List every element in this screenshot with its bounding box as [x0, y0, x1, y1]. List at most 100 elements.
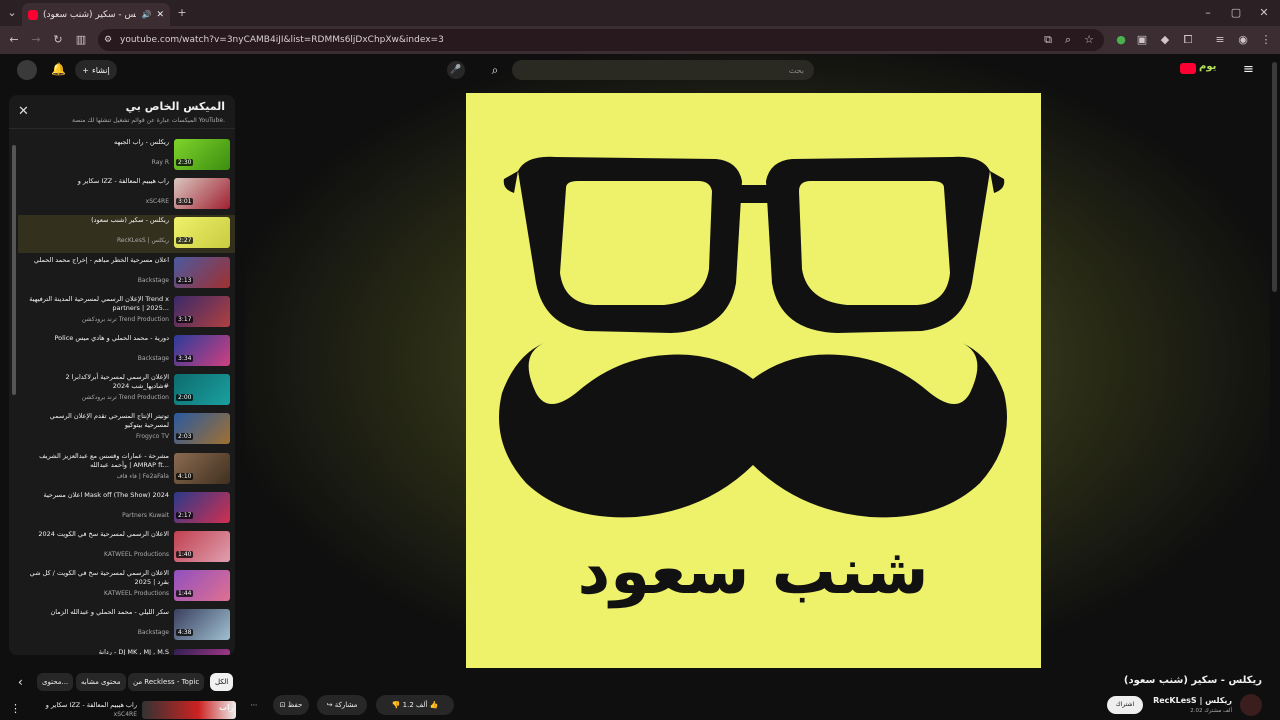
zoom-icon[interactable]: ⌕	[1060, 32, 1076, 48]
mini-up-next[interactable]: ⋮ سكاير و IZZ - راب هيبيم المعالفة xSC4R…	[0, 699, 245, 720]
browser-menu-icon[interactable]: ⋮	[1258, 32, 1274, 48]
playlist-item[interactable]: 4:10 مشرحة - عمارات وقسس مع عبدالعزيز الش…	[18, 451, 235, 489]
tab-close-icon[interactable]: ✕	[156, 10, 164, 20]
playlist-item[interactable]: 3:34 Police دورية - محمد الحملي و هادي مي…	[18, 333, 235, 371]
extensions-puzzle-icon[interactable]: ⧠	[1180, 32, 1196, 48]
close-window-icon[interactable]: ✕	[1256, 5, 1272, 21]
page-scrollbar[interactable]	[1272, 62, 1277, 292]
playlist-item-duration: 2:03	[176, 433, 194, 441]
video-player[interactable]: شنب سعود	[466, 93, 1041, 668]
playlist-item-channel: Backstage	[137, 276, 169, 284]
channel-avatar[interactable]	[1240, 694, 1262, 716]
playlist-item-duration: 2:00	[176, 394, 194, 402]
channel-subscribers: 2.02 ألف مشترك	[1190, 708, 1232, 714]
playlist-item[interactable]: 2:00 الإعلان الرسمي لمسرحية أبرلاكدابرا 2…	[18, 372, 235, 410]
reload-icon[interactable]: ↻	[50, 32, 66, 48]
like-dislike-group[interactable]: 👎 1.2 ألف 👍	[376, 695, 454, 715]
maximize-icon[interactable]: ▢	[1228, 5, 1244, 21]
youtube-page: 🔔 + إنشاء 🎤 ⌕ بحث يوم ≡ شنب سعود الميكس …	[0, 54, 1280, 720]
youtube-favicon-icon	[28, 9, 38, 20]
playlist-item-title: الإعلان الرسمي لمسرحية أبرلاكدابرا 2 #شا…	[65, 373, 169, 391]
video-info-bar: ريكلس - سكير (شنب سعود) ⋯ ⊡ حفظ ↪ مشاركة…	[245, 666, 1280, 720]
channel-name[interactable]: RecKLesS | ريكلس	[1153, 696, 1232, 705]
playlist-item-title: توتيتر الإنتاج المسرحي تقدم الإعلان الرس…	[49, 412, 169, 430]
playlist-item[interactable]: 3:01 سكاير و IZZ - راب هيبيم المعالفة xSC4…	[18, 176, 235, 214]
forward-icon[interactable]: →	[28, 32, 44, 48]
plus-icon: +	[82, 65, 89, 75]
playlist-item[interactable]: 4:38 سكر الليلي - محمد الحملي و عبدالله ا…	[18, 607, 235, 645]
playlist-item-title: الاعلان الرسمي لمسرحية سخ في الكويت 2024	[38, 530, 169, 538]
playlist-item-channel: Backstage	[137, 355, 169, 362]
more-actions-icon[interactable]: ⋯	[245, 695, 263, 715]
playlist-scrollbar[interactable]	[12, 145, 16, 395]
guide-menu-icon[interactable]: ≡	[1243, 62, 1254, 77]
site-info-icon[interactable]: ⚙	[104, 35, 112, 45]
address-bar[interactable]: ⚙ youtube.com/watch?v=3nyCAMB4iJI&list=R…	[98, 29, 1104, 51]
playlist-item[interactable]: 2:27 ريكلس - سكير (شنب سعود) RecKLesS | ري…	[18, 215, 235, 254]
playlist-item-channel: RecKLesS | ريكلس	[116, 237, 169, 245]
youtube-logo-icon[interactable]	[1180, 63, 1196, 74]
chips-prev-icon[interactable]: ‹	[18, 675, 23, 689]
related-chips-row: ‹ محتوى... محتوى مشابه من Reckless - Top…	[12, 671, 238, 693]
playlist-item-channel: Partners Kuwait	[122, 511, 169, 519]
dislike-icon[interactable]: 👎	[392, 701, 401, 709]
glasses-graphic	[503, 156, 1005, 333]
cast-icon[interactable]: ⧉	[1040, 32, 1056, 48]
playlist-item[interactable]: 2:30 ريكلس - راب الجبهه Ray R	[18, 137, 235, 175]
tab-search-icon[interactable]: ⌄	[4, 5, 20, 21]
like-icon[interactable]: 👍	[430, 701, 439, 709]
browser-tab[interactable]: ريكلس - سكير (شنب سعود) 🔊 ✕	[22, 3, 170, 26]
chip-topic[interactable]: من Reckless - Topic	[128, 673, 205, 691]
playlist-subtitle: الميكسات عبارة عن قوائم تشغيل تنشئها لك …	[71, 117, 225, 124]
mini-menu-icon[interactable]: ⋮	[10, 702, 21, 715]
account-avatar[interactable]	[17, 60, 37, 80]
playlist-item[interactable]: 2:17 اعلان مسرحية Mask off (The Show) 202…	[18, 490, 235, 528]
create-button[interactable]: + إنشاء	[75, 60, 117, 80]
bookmark-star-icon[interactable]: ☆	[1081, 32, 1097, 48]
extension2-icon[interactable]: ▣	[1134, 32, 1150, 48]
playlist-item[interactable]: 2:13 اعلان مسرحية الخطر مباهم - إخراج محم…	[18, 255, 235, 293]
chip-similar[interactable]: محتوى مشابه	[76, 673, 126, 691]
playlist-item-title: سكر الليلي - محمد الحملي و عبدالله الزما…	[50, 608, 169, 617]
notifications-bell-icon[interactable]: 🔔	[51, 62, 66, 76]
search-icon[interactable]: ⌕	[482, 60, 508, 80]
voice-search-icon[interactable]: 🎤	[447, 61, 465, 79]
media-control-icon[interactable]: ≡	[1212, 32, 1228, 48]
subscribe-button[interactable]: اشتراك	[1107, 696, 1143, 714]
playlist-item-title: ريكلس - سكير (شنب سعود)	[91, 216, 169, 225]
playlist-item-channel: KATWEEL Productions	[104, 590, 169, 598]
search-input[interactable]: بحث	[512, 60, 814, 80]
playlist-item[interactable]: 3:17 الإعلان الرسمي لمسرحية المدينة الترف…	[18, 294, 235, 332]
playlist-item-title: اعلان مسرحية الخطر مباهم - إخراج محمد ال…	[33, 255, 169, 264]
url-text: youtube.com/watch?v=3nyCAMB4iJI&list=RDM…	[120, 35, 444, 45]
extension-icon[interactable]: ●	[1113, 32, 1129, 48]
chip-all[interactable]: الكل	[210, 673, 234, 691]
playlist-item[interactable]: ردانة - DJ MK , MJ , M.SDJ MK	[18, 647, 235, 655]
playlist-item-title: اعلان مسرحية Mask off (The Show) 2024	[43, 490, 169, 499]
back-icon[interactable]: ←	[6, 32, 22, 48]
playlist-header: الميكس الخاص بي الميكسات عبارة عن قوائم …	[9, 95, 235, 129]
chip-more[interactable]: محتوى...	[37, 673, 74, 691]
playlist-item-channel: xSC4RE	[145, 198, 169, 206]
youtube-doodle-logo[interactable]: يوم	[1199, 61, 1216, 72]
playlist-item-title: الاعلان الرسمي لمسرحية سخ في الكويت / كل…	[29, 569, 169, 587]
minimize-icon[interactable]: –	[1200, 5, 1216, 21]
playlist-item[interactable]: 2:03 توتيتر الإنتاج المسرحي تقدم الإعلان …	[18, 411, 235, 449]
tab-audio-icon[interactable]: 🔊	[141, 10, 151, 19]
close-playlist-icon[interactable]: ✕	[18, 104, 29, 119]
tab-title: ريكلس - سكير (شنب سعود)	[43, 9, 137, 20]
playlist-item[interactable]: 1:40 الاعلان الرسمي لمسرحية سخ في الكويت …	[18, 529, 235, 567]
mini-channel: xSC4RE	[113, 711, 137, 718]
search-placeholder: بحث	[788, 65, 804, 75]
new-tab-icon[interactable]: +	[174, 5, 190, 21]
share-button[interactable]: ↪ مشاركة	[317, 695, 367, 715]
share-icon: ↪	[326, 701, 335, 709]
sidebar-icon[interactable]: ▥	[73, 32, 89, 48]
save-button[interactable]: ⊡ حفظ	[273, 695, 309, 715]
extension3-icon[interactable]: ◆	[1157, 32, 1173, 48]
profile-avatar[interactable]: ◉	[1235, 32, 1251, 48]
browser-toolbar: ← → ↻ ▥ ⚙ youtube.com/watch?v=3nyCAMB4iJ…	[0, 26, 1280, 54]
mini-title: سكاير و IZZ - راب هيبيم المعالفة	[45, 701, 137, 709]
create-label: إنشاء	[91, 65, 110, 75]
playlist-item[interactable]: 1:44 الاعلان الرسمي لمسرحية سخ في الكويت …	[18, 568, 235, 606]
